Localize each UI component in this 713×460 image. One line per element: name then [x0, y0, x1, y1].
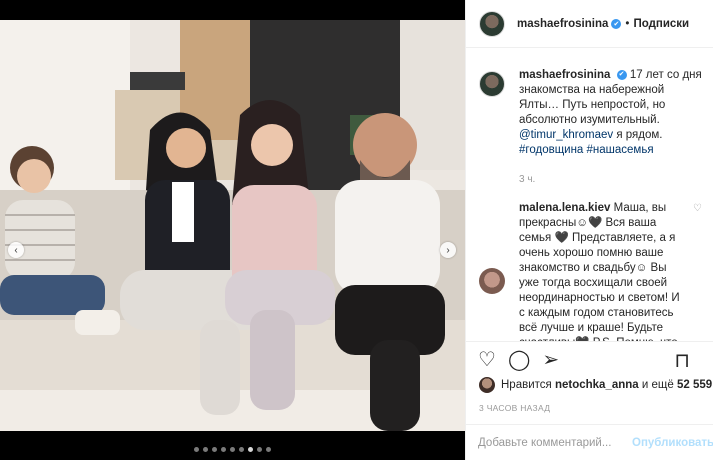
heart-icon[interactable]: ♡ [478, 350, 496, 370]
comment-icon[interactable]: ◯ [508, 350, 530, 370]
caption-time[interactable]: 3 ч. [519, 172, 702, 187]
comment-like-icon[interactable]: ♡ [693, 203, 702, 341]
carousel-dot [212, 447, 217, 452]
post-header: mashaefrosinina ✔ • Подписки [466, 0, 713, 48]
comment-body: malena.lena.kiev Маша, вы прекрасны☺🖤 Вс… [519, 201, 685, 341]
caption-author[interactable]: mashaefrosinina [519, 69, 610, 81]
caption-text-2: я рядом. [616, 129, 663, 141]
post-date[interactable]: 3 ЧАСОВ НАЗАД [479, 403, 550, 413]
post-caption: mashaefrosinina ✔ 17 лет со дня знакомст… [466, 58, 713, 187]
caption-mention-link[interactable]: @timur_khromaev [519, 129, 613, 141]
liker-username[interactable]: netochka_anna [555, 379, 639, 391]
liker-avatar[interactable] [479, 377, 495, 393]
caption-body: mashaefrosinina ✔ 17 лет со дня знакомст… [519, 68, 702, 187]
likes-summary: Нравится netochka_anna и ещё 52 559 [479, 377, 712, 393]
chevron-left-icon: ‹ [14, 244, 18, 256]
carousel-dot [248, 447, 253, 452]
following-button[interactable]: Подписки [633, 18, 689, 30]
carousel-indicator [194, 447, 271, 452]
comment-text: Маша, вы прекрасны☺🖤 Вся ваша семья 🖤 Пр… [519, 202, 680, 341]
share-icon[interactable]: ➢ [542, 350, 559, 370]
verified-icon: ✔ [611, 18, 622, 29]
family-photo-illustration [0, 20, 465, 431]
add-comment-bar: Опубликовать [466, 424, 713, 460]
bookmark-icon[interactable]: ⊓ [674, 351, 690, 371]
carousel-dot [194, 447, 199, 452]
carousel-dot [221, 447, 226, 452]
carousel-dot [203, 447, 208, 452]
chevron-right-icon: › [446, 244, 450, 256]
comments-list[interactable]: mashaefrosinina ✔ 17 лет со дня знакомст… [466, 58, 713, 341]
likes-prefix: Нравится [501, 379, 552, 391]
carousel-dot [266, 447, 271, 452]
header-separator: • [625, 17, 630, 30]
likes-middle: и ещё [641, 379, 674, 391]
carousel-dot [257, 447, 262, 452]
likes-count[interactable]: 52 559 [677, 379, 712, 391]
carousel-dot [239, 447, 244, 452]
post-photo[interactable]: ‹ › [0, 20, 465, 431]
author-avatar[interactable] [479, 10, 505, 37]
post-sidebar: mashaefrosinina ✔ • Подписки mashaefrosi… [465, 0, 713, 460]
post-media-panel: ‹ › [0, 0, 465, 460]
carousel-next-button[interactable]: › [440, 242, 456, 258]
post-actions: ♡ ◯ ➢ ⊓ [466, 341, 713, 377]
caption-hashtags[interactable]: #годовщина #нашасемья [519, 144, 654, 156]
comment-item: malena.lena.kiev Маша, вы прекрасны☺🖤 Вс… [466, 187, 713, 341]
carousel-dot [230, 447, 235, 452]
commenter-avatar[interactable] [479, 268, 505, 294]
comment-author[interactable]: malena.lena.kiev [519, 202, 610, 214]
verified-icon: ✔ [616, 69, 627, 80]
carousel-prev-button[interactable]: ‹ [8, 242, 24, 258]
caption-author-avatar[interactable] [479, 71, 505, 97]
author-username[interactable]: mashaefrosinina [517, 18, 608, 30]
comment-input[interactable] [478, 436, 632, 449]
publish-button[interactable]: Опубликовать [632, 437, 713, 449]
